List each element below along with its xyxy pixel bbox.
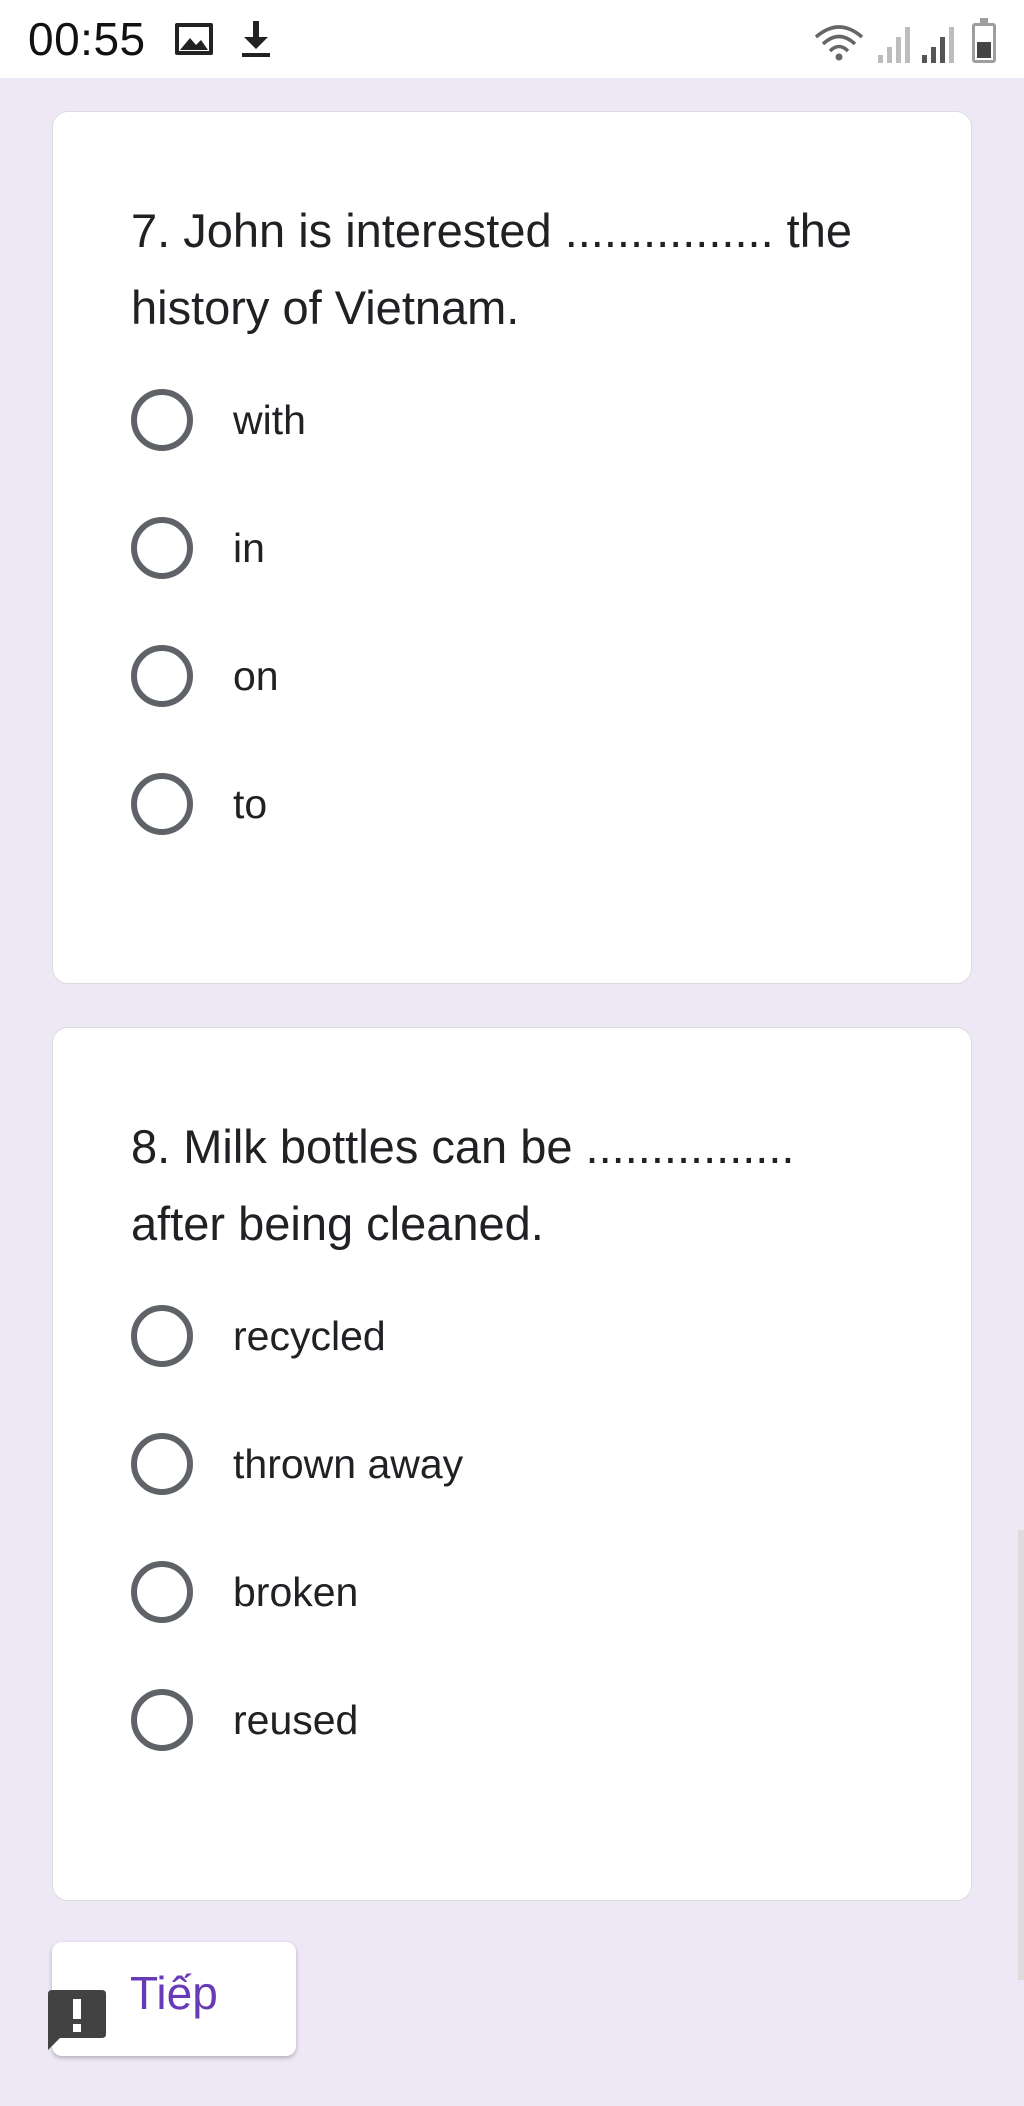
status-bar: 00:55 xyxy=(0,0,1024,78)
question-text: 8. Milk bottles can be ................ … xyxy=(131,1120,795,1250)
option-label: reused xyxy=(233,1696,359,1743)
download-icon xyxy=(241,21,270,57)
option-to[interactable]: to xyxy=(131,740,306,868)
option-label: with xyxy=(233,396,306,443)
option-on[interactable]: on xyxy=(131,612,306,740)
option-label: on xyxy=(233,652,279,699)
option-label: broken xyxy=(233,1568,359,1615)
option-list: with in on to xyxy=(131,389,306,868)
radio-button[interactable] xyxy=(131,1305,193,1367)
radio-button[interactable] xyxy=(131,1561,193,1623)
image-icon xyxy=(174,23,213,55)
question-card-7: 7. John is interested ................ t… xyxy=(52,111,972,984)
feedback-icon[interactable] xyxy=(44,1986,110,2052)
scrollbar[interactable] xyxy=(1018,1530,1024,1980)
option-broken[interactable]: broken xyxy=(131,1528,463,1656)
option-list: recycled thrown away broken reused xyxy=(131,1305,463,1784)
wifi-icon xyxy=(814,25,864,61)
option-with[interactable]: with xyxy=(131,356,306,484)
option-thrown-away[interactable]: thrown away xyxy=(131,1400,463,1528)
question-card-8: 8. Milk bottles can be ................ … xyxy=(52,1027,972,1901)
option-reused[interactable]: reused xyxy=(131,1656,463,1784)
radio-button[interactable] xyxy=(131,1433,193,1495)
option-in[interactable]: in xyxy=(131,484,306,612)
status-time: 00:55 xyxy=(28,13,146,65)
status-system-icons xyxy=(812,15,996,63)
option-recycled[interactable]: recycled xyxy=(131,1272,463,1400)
radio-button[interactable] xyxy=(131,517,193,579)
option-label: in xyxy=(233,524,265,571)
signal-icon xyxy=(878,27,910,63)
question-text: 7. John is interested ................ t… xyxy=(131,204,853,334)
signal-icon-2 xyxy=(922,27,954,63)
radio-button[interactable] xyxy=(131,1689,193,1751)
radio-button[interactable] xyxy=(131,389,193,451)
radio-button[interactable] xyxy=(131,773,193,835)
option-label: to xyxy=(233,780,268,827)
option-label: thrown away xyxy=(233,1440,464,1487)
status-notification-icons xyxy=(174,19,272,59)
option-label: recycled xyxy=(233,1312,386,1359)
radio-button[interactable] xyxy=(131,645,193,707)
next-button-label: Tiếp xyxy=(130,1967,218,2019)
battery-icon xyxy=(972,18,996,63)
